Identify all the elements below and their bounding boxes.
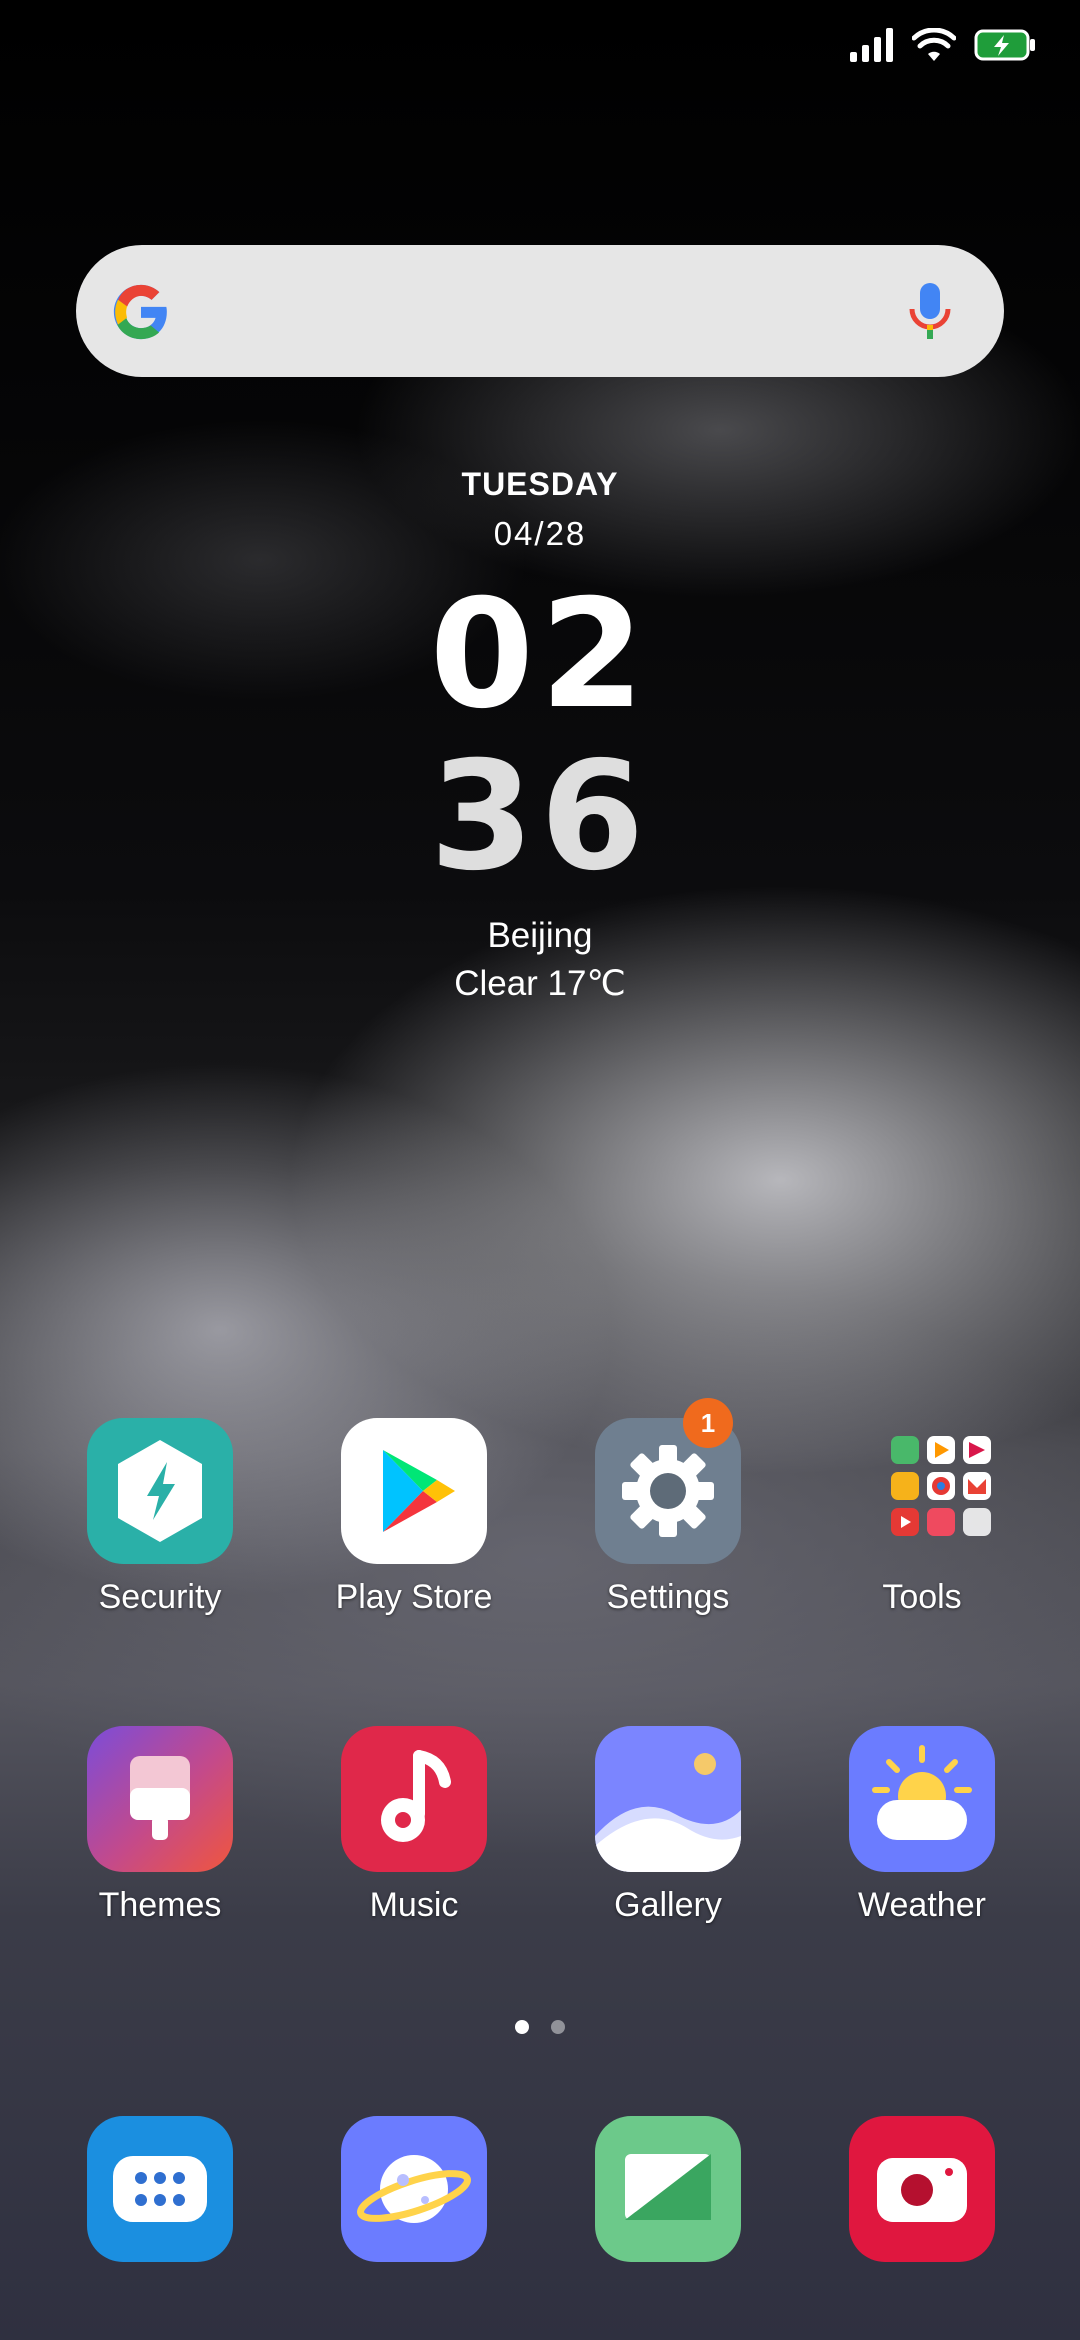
date-label: 04/28 — [493, 515, 587, 552]
clock-hour[interactable]: 02 — [0, 580, 1080, 730]
app-settings[interactable]: 1 Settings — [568, 1398, 768, 1617]
camera-icon — [849, 2116, 995, 2262]
page-dot-active[interactable] — [515, 2020, 529, 2034]
app-label: Weather — [858, 1886, 986, 1924]
app-gallery[interactable]: Gallery — [568, 1726, 768, 1925]
music-note-icon — [341, 1726, 487, 1872]
app-music[interactable]: Music — [314, 1726, 514, 1925]
app-themes[interactable]: Themes — [60, 1726, 260, 1925]
gallery-icon — [595, 1726, 741, 1872]
weather-city[interactable]: Beijing — [0, 916, 1080, 956]
messages-icon — [595, 2116, 741, 2262]
security-icon — [87, 1418, 233, 1564]
dock-messages[interactable] — [568, 2116, 768, 2262]
app-label: Tools — [882, 1578, 962, 1616]
app-label: Settings — [606, 1578, 730, 1616]
app-label: Music — [369, 1886, 459, 1924]
status-bar — [850, 28, 1036, 62]
folder-icon — [849, 1418, 995, 1564]
notification-badge: 1 — [683, 1398, 733, 1448]
weekday-label: TUESDAY — [461, 466, 619, 502]
google-logo-icon — [113, 284, 167, 340]
app-label: Gallery — [614, 1886, 722, 1924]
folder-tools[interactable]: Tools — [822, 1418, 1022, 1617]
app-label: Security — [98, 1578, 222, 1616]
signal-icon — [850, 28, 893, 62]
page-indicator[interactable] — [0, 2020, 1080, 2034]
page-dot[interactable] — [551, 2020, 565, 2034]
browser-icon — [341, 2116, 487, 2262]
app-label: Themes — [98, 1886, 222, 1924]
microphone-icon[interactable] — [908, 281, 952, 343]
themes-icon — [87, 1726, 233, 1872]
google-search-bar[interactable] — [76, 245, 1004, 377]
app-play-store[interactable]: Play Store — [314, 1418, 514, 1617]
play-store-icon — [341, 1418, 487, 1564]
dock-browser[interactable] — [314, 2116, 514, 2262]
phone-dialer-icon — [87, 2116, 233, 2262]
weather-condition[interactable]: Clear 17℃ — [0, 964, 1080, 1004]
app-security[interactable]: Security — [60, 1418, 260, 1617]
weather-icon — [849, 1726, 995, 1872]
battery-charging-icon — [974, 29, 1035, 61]
wifi-icon — [912, 28, 956, 61]
app-weather[interactable]: Weather — [822, 1726, 1022, 1925]
dock-camera[interactable] — [822, 2116, 1022, 2262]
app-label: Play Store — [335, 1578, 493, 1616]
dock-phone[interactable] — [60, 2116, 260, 2262]
clock-minute[interactable]: 36 — [0, 742, 1080, 892]
